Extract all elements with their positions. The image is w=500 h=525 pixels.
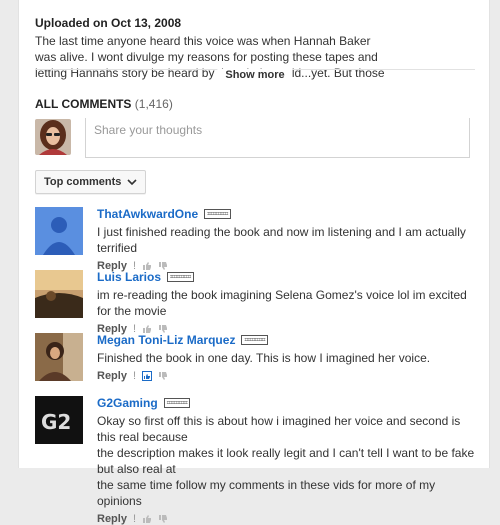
comment-input[interactable] [86, 111, 469, 149]
comment-line: Okay so first off this is about how i im… [97, 414, 461, 444]
thumbs-up-icon[interactable] [142, 371, 153, 381]
thumbs-down-icon[interactable] [158, 371, 168, 381]
comments-header-label: ALL COMMENTS [35, 97, 132, 111]
show-more-divider: Show more [35, 69, 475, 84]
comment-author[interactable]: ThatAwkwardOne [97, 207, 198, 221]
comment-badge: ⌗⌗⌗⌗⌗⌗ [204, 209, 231, 219]
comment-line: the description makes it look really leg… [97, 446, 475, 476]
comment-text: I just finished reading the book and now… [97, 224, 477, 256]
video-info-panel: Uploaded on Oct 13, 2008 The last time a… [18, 0, 490, 525]
comments-count: (1,416) [134, 97, 173, 111]
comment-text: Okay so first off this is about how i im… [97, 413, 477, 509]
commenter-avatar[interactable] [35, 270, 83, 318]
separator: ! [132, 513, 137, 525]
commenter-avatar[interactable]: G2 [35, 396, 83, 444]
commenter-avatar[interactable] [35, 333, 83, 381]
sort-label: Top comments [44, 176, 122, 188]
comment-line: Finished the book in one day. This is ho… [97, 351, 431, 365]
upload-date: Uploaded on Oct 13, 2008 [35, 16, 182, 30]
description-line: was alive. I wont divulge my reasons for… [35, 50, 378, 64]
comment-badge: ⌗⌗⌗⌗⌗⌗ [167, 272, 194, 282]
comment-text: im re-reading the book imagining Selena … [97, 287, 477, 319]
reply-button[interactable]: Reply [97, 513, 127, 525]
current-user-avatar [35, 119, 71, 155]
comment-line: the same time follow my comments in thes… [97, 478, 436, 508]
comment-badge: ⌗⌗⌗⌗⌗⌗ [241, 335, 269, 345]
show-more-button[interactable]: Show more [217, 69, 293, 81]
comment-actions: Reply ! [97, 513, 477, 525]
thumbs-up-icon[interactable] [142, 514, 152, 524]
comment-author[interactable]: Megan Toni-Liz Marquez [97, 333, 235, 347]
comment-line: im re-reading the book imagining Selena … [97, 288, 467, 318]
comments-header: ALL COMMENTS (1,416) [35, 97, 173, 111]
commenter-avatar[interactable] [35, 207, 83, 255]
share-thoughts-box[interactable] [85, 111, 470, 158]
reply-button[interactable]: Reply [97, 370, 127, 382]
comment-badge: ⌗⌗⌗⌗⌗⌗ [163, 398, 191, 408]
comment-author[interactable]: Luis Larios [97, 270, 161, 284]
description-line: The last time anyone heard this voice wa… [35, 34, 371, 48]
separator: ! [132, 370, 137, 382]
comment-author[interactable]: G2Gaming [97, 396, 158, 410]
comment-actions: Reply ! [97, 370, 477, 382]
sort-comments-dropdown[interactable]: Top comments [35, 170, 147, 194]
chevron-down-icon [127, 179, 137, 186]
comment-text: Finished the book in one day. This is ho… [97, 350, 477, 366]
g2-logo-text: G2 [41, 410, 71, 434]
comment-line: I just finished reading the book and now… [97, 225, 466, 255]
thumbs-down-icon[interactable] [158, 514, 168, 524]
